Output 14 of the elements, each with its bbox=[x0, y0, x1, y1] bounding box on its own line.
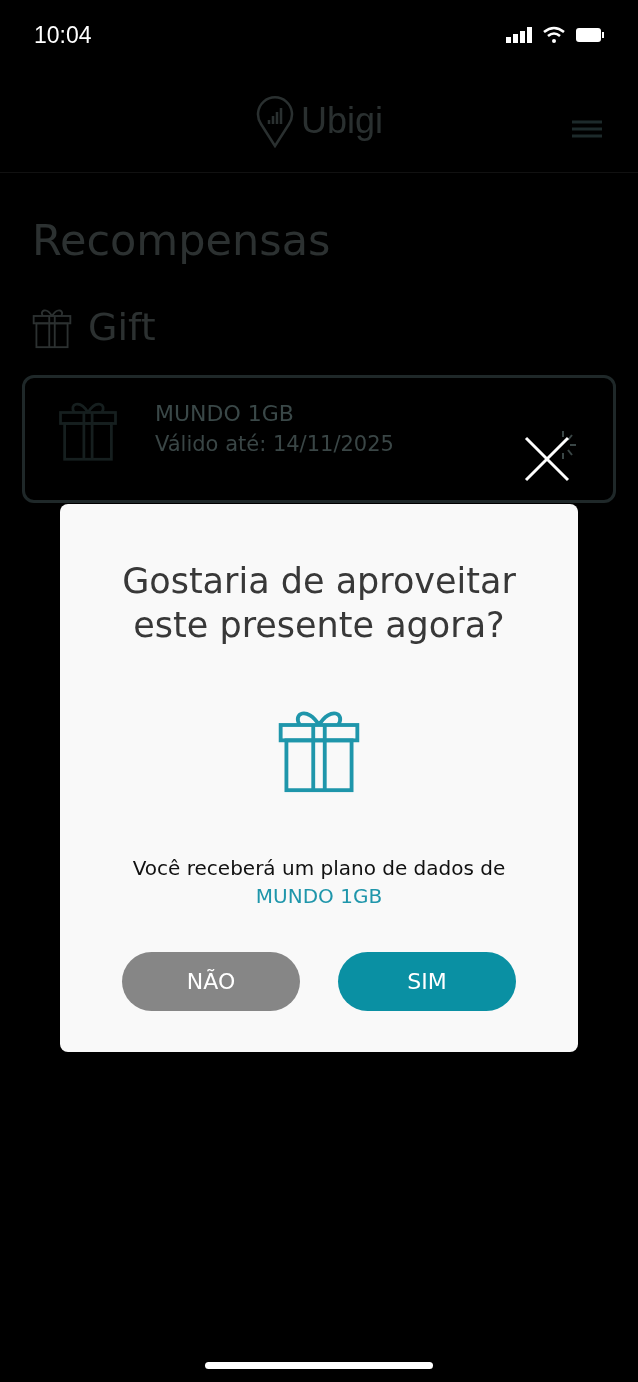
wifi-icon bbox=[542, 26, 566, 44]
plan-name: MUNDO 1GB bbox=[255, 883, 383, 908]
confirm-button[interactable]: SIM bbox=[338, 951, 516, 1011]
location-pin-icon bbox=[254, 94, 295, 148]
reward-card[interactable]: MUNDO 1GB Válido até: 14/11/2025 bbox=[22, 374, 616, 503]
reward-name: MUNDO 1GB bbox=[155, 401, 295, 427]
dialog-title: Gostaria de aproveitar este presente agora? bbox=[121, 560, 517, 647]
dialog-message: Você receberá um plano de dados de bbox=[132, 855, 506, 880]
close-icon[interactable] bbox=[524, 436, 570, 482]
signal-icon bbox=[506, 27, 532, 43]
cancel-button[interactable]: NÃO bbox=[122, 951, 300, 1011]
battery-icon bbox=[576, 28, 604, 42]
reward-validity: Válido até: 14/11/2025 bbox=[155, 432, 394, 457]
status-time: 10:04 bbox=[34, 21, 92, 49]
